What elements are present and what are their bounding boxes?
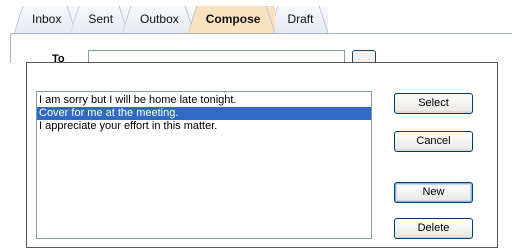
list-item-selected[interactable]: Cover for me at the meeting. (37, 107, 371, 120)
tab-compose[interactable]: Compose (187, 6, 276, 33)
tab-sent[interactable]: Sent (70, 6, 129, 33)
list-item[interactable]: I appreciate your effort in this matter. (37, 120, 371, 133)
tab-bar: Inbox Sent Outbox Compose Draft (0, 0, 512, 34)
tab-inbox[interactable]: Inbox (14, 6, 77, 33)
tab-draft[interactable]: Draft (269, 6, 329, 33)
new-button[interactable]: New (394, 182, 473, 203)
tab-bar-divider (10, 33, 512, 34)
delete-button[interactable]: Delete (394, 218, 473, 239)
tab-list: Inbox Sent Outbox Compose Draft (14, 6, 329, 34)
message-list[interactable]: I am sorry but I will be home late tonig… (36, 91, 372, 239)
quick-message-dialog: I am sorry but I will be home late tonig… (26, 62, 498, 248)
select-button[interactable]: Select (394, 93, 473, 114)
cancel-button[interactable]: Cancel (394, 131, 473, 152)
panel-left-border (10, 33, 11, 63)
tab-outbox[interactable]: Outbox (122, 6, 194, 33)
list-item[interactable]: I am sorry but I will be home late tonig… (37, 94, 371, 107)
